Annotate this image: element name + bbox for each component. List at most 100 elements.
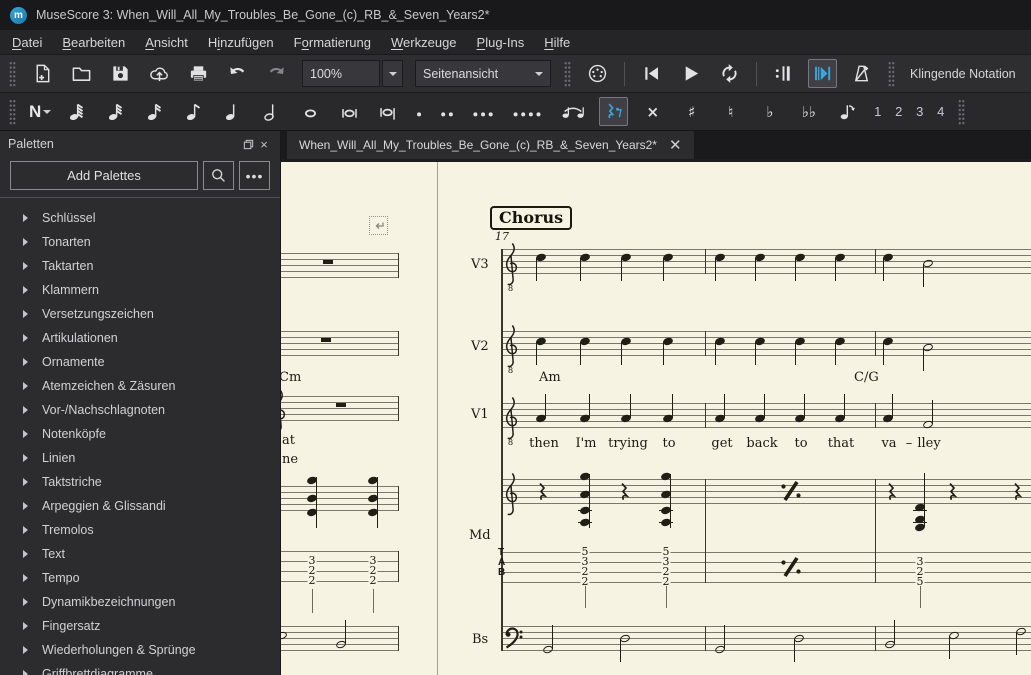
menu-hilfe[interactable]: Hilfe [534,33,580,52]
quarter-rest[interactable] [538,483,547,501]
tab-close-icon[interactable]: ✕ [669,138,682,153]
expand-arrow-icon[interactable] [23,550,28,558]
palette-item-dynamikbezeichnungen[interactable]: Dynamikbezeichnungen [0,590,280,614]
expand-arrow-icon[interactable] [23,406,28,414]
staff-label-v3[interactable]: V3 [471,257,489,272]
expand-arrow-icon[interactable] [23,262,28,270]
expand-arrow-icon[interactable] [23,502,28,510]
expand-arrow-icon[interactable] [23,646,28,654]
staff-label-v2[interactable]: V2 [471,339,489,354]
chord-symbol[interactable]: Cm [281,370,301,385]
voice-1-button[interactable]: 1 [869,101,886,123]
system-break-icon[interactable] [369,216,388,235]
staff-label-bs[interactable]: Bs [472,632,488,647]
midi-button[interactable] [583,59,612,88]
play-button[interactable] [676,59,705,88]
augmentation-dot-button[interactable] [413,97,427,126]
32nd-note-button[interactable] [101,97,130,126]
expand-arrow-icon[interactable] [23,574,28,582]
staff-label-md[interactable]: Md [469,528,491,543]
flat-button[interactable]: ♭ [755,97,784,126]
lyric-syllable[interactable]: get [711,436,732,451]
lyric-syllable[interactable]: I'm [575,436,596,451]
quadruple-dot-button[interactable] [509,97,547,126]
expand-arrow-icon[interactable] [23,310,28,318]
toolbar-grip-handle[interactable] [958,99,965,125]
lyric-syllable[interactable]: to [662,436,675,451]
palette-item-artikulationen[interactable]: Artikulationen [0,326,280,350]
palette-item-taktstriche[interactable]: Taktstriche [0,470,280,494]
lyric-syllable[interactable]: va [881,436,896,451]
search-palettes-button[interactable] [203,161,234,190]
lyric-syllable[interactable]: trying [608,436,648,451]
concert-pitch-label[interactable]: Klingende Notation [910,67,1016,81]
palette-item-klammern[interactable]: Klammern [0,278,280,302]
palette-item-tonarten[interactable]: Tonarten [0,230,280,254]
print-button[interactable] [184,59,213,88]
expand-arrow-icon[interactable] [23,478,28,486]
palettes-more-button[interactable]: ••• [239,161,270,190]
quarter-rest[interactable] [887,483,896,501]
expand-arrow-icon[interactable] [23,382,28,390]
repeats-button[interactable] [769,59,798,88]
double-sharp-button[interactable]: × [638,97,667,126]
expand-arrow-icon[interactable] [23,454,28,462]
16th-note-button[interactable] [140,97,169,126]
save-online-button[interactable] [145,59,174,88]
flip-direction-button[interactable] [833,97,862,126]
lyric-syllable[interactable]: ne [282,452,298,467]
palette-item-versetzungszeichen[interactable]: Versetzungszeichen [0,302,280,326]
expand-arrow-icon[interactable] [23,334,28,342]
menu-hinzuf-gen[interactable]: Hinzufügen [198,33,284,52]
palette-item-text[interactable]: Text [0,542,280,566]
palette-item-arpeggien-glissandi[interactable]: Arpeggien & Glissandi [0,494,280,518]
palette-item-schlüssel[interactable]: Schlüssel [0,206,280,230]
double-dot-button[interactable] [437,97,459,126]
zoom-combo[interactable]: 100% [302,60,403,87]
quarter-rest[interactable] [1013,483,1022,501]
whole-note-button[interactable] [296,97,325,126]
double-flat-button[interactable]: ♭♭ [794,97,823,126]
quarter-rest[interactable] [948,483,957,501]
expand-arrow-icon[interactable] [23,238,28,246]
document-tab[interactable]: When_Will_All_My_Troubles_Be_Gone_(c)_RB… [287,131,694,159]
score-view[interactable]: Chorus17Cmatne8322322888V3V2V1MdBsAmC/Gt… [281,159,1031,675]
chord-symbol[interactable]: Am [539,370,561,385]
toolbar-grip-handle[interactable] [564,61,571,87]
add-palettes-button[interactable]: Add Palettes [10,161,198,190]
expand-arrow-icon[interactable] [23,430,28,438]
lyric-syllable[interactable]: back [746,436,777,451]
new-score-button[interactable] [28,59,57,88]
measure-repeat-sign[interactable] [779,481,803,501]
note-input-button[interactable]: N [29,102,41,122]
expand-arrow-icon[interactable] [23,670,28,675]
longa-note-button[interactable] [374,97,403,126]
palette-item-ornamente[interactable]: Ornamente [0,350,280,374]
lyric-syllable[interactable]: – [906,436,913,451]
menu-plug-ins[interactable]: Plug-Ins [467,33,535,52]
palette-item-fingersatz[interactable]: Fingersatz [0,614,280,638]
menu-bearbeiten[interactable]: Bearbeiten [52,33,135,52]
menu-ansicht[interactable]: Ansicht [135,33,198,52]
tab-fret-number[interactable]: 2 [308,575,317,586]
toolbar-grip-handle[interactable] [9,61,16,87]
float-panel-icon[interactable] [240,136,256,152]
palette-item-atemzeichen-zäsuren[interactable]: Atemzeichen & Zäsuren [0,374,280,398]
toolbar-grip-handle[interactable] [9,99,16,125]
chord-symbol[interactable]: C/G [854,370,879,385]
pan-button[interactable] [808,59,837,88]
expand-arrow-icon[interactable] [23,286,28,294]
whole-rest[interactable] [336,403,346,407]
save-button[interactable] [106,59,135,88]
redo-button[interactable] [262,59,291,88]
tie-button[interactable] [557,97,589,126]
menu-werkzeuge[interactable]: Werkzeuge [381,33,467,52]
triple-dot-button[interactable] [469,97,499,126]
tab-fret-number[interactable]: 2 [369,575,378,586]
64th-note-button[interactable] [62,97,91,126]
expand-arrow-icon[interactable] [23,598,28,606]
metronome-button[interactable] [847,59,876,88]
rest-button[interactable] [599,97,628,126]
voice-4-button[interactable]: 4 [932,101,949,123]
quarter-note-button[interactable] [218,97,247,126]
